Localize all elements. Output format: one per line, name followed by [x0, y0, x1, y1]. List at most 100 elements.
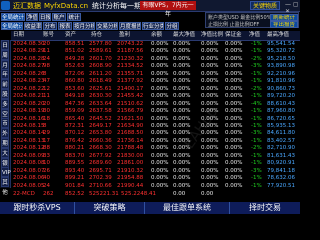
sidebar-item[interactable]: 股	[1, 89, 9, 99]
table-row[interactable]: 2024.08.15 8 872.31 2649.17 21634.90 0.00% 0.0…	[11, 123, 300, 130]
sidebar-item[interactable]: 前	[1, 79, 9, 90]
toolbar-btn-account[interactable]: 账户	[52, 13, 66, 21]
tab-monthly[interactable]: 按月分析	[73, 22, 95, 30]
table-cell: 0.00%	[225, 160, 243, 167]
table-row[interactable]: 2024.08.23 47 860.80 2618.49 21377.92 0.00% 0.…	[11, 78, 300, 85]
tab-group[interactable]: 分组	[165, 22, 179, 30]
toolbar-btn-all[interactable]: 全局统计	[1, 13, 25, 21]
col-position[interactable]: 持仓	[91, 31, 102, 40]
col-margin[interactable]: 保证金	[225, 31, 242, 40]
site-name[interactable]: MyfxData.cn	[44, 1, 88, 11]
table-cell: 2024.08.06	[13, 175, 45, 182]
col-date[interactable]: 日期	[13, 31, 24, 40]
table-cell: -1%	[251, 48, 262, 55]
table-cell: 0.00%	[151, 152, 169, 159]
tab-sector[interactable]: 行业分类	[142, 22, 164, 30]
table-cell: 89,720.20	[267, 93, 295, 100]
table-cell: 852.63	[65, 63, 85, 70]
sidebar-item[interactable]: 外	[1, 128, 9, 139]
col-balance[interactable]: 余额	[151, 31, 162, 40]
col-equity-ratio[interactable]: 净值比例	[201, 31, 223, 40]
col-asset[interactable]: 资产	[65, 31, 76, 40]
table-row[interactable]: 2024.08.19 30 859.09 2637.58 21566.79 0.00% 0.…	[11, 108, 300, 115]
table-cell: 21355.71	[117, 70, 144, 77]
table-cell: 893.40	[65, 167, 85, 174]
table-cell: 0.00%	[173, 48, 191, 55]
table-cell: 2645.52	[89, 115, 112, 122]
table-row[interactable]: 2024.08.08 10 889.55 2689.60 21861.00 0.00% 0.…	[11, 160, 300, 167]
sidebar-item[interactable]: 大宗	[1, 147, 9, 167]
bottom-tab-breakout[interactable]: 突破策略	[75, 202, 145, 214]
table-cell: 847.36	[65, 100, 85, 107]
export-button[interactable]: 导出报告	[270, 21, 298, 28]
table-cell: 2024.08.22	[13, 85, 45, 92]
col-profit[interactable]: 盈利	[119, 31, 130, 40]
table-cell: 0.00%	[151, 160, 169, 167]
table-cell: 899.21	[65, 175, 85, 182]
tab-all-stats[interactable]: 全局统计	[1, 22, 23, 30]
table-cell: 0.00%	[151, 108, 169, 115]
table-cell: -1%	[251, 137, 262, 144]
table-row[interactable]: 2024.08.07 26 893.40 2695.71 21910.32 0.00% 0.…	[11, 168, 300, 175]
table-row[interactable]: 2024.08.12 88 880.21 2668.30 21788.48 0.00% 0.…	[11, 145, 300, 152]
toolbar-btn-equity[interactable]: 净值	[26, 13, 38, 21]
bottom-tab-copy-trade[interactable]: 最佳跟单系统	[145, 202, 230, 214]
table-row[interactable]: 2024.08.06 40 899.21 2702.39 21954.88 0.00% 0.…	[11, 175, 300, 182]
table-row[interactable]: 2024.08.28 24 849.28 2601.70 21230.32 0.00% 0.…	[11, 56, 300, 63]
toolbar-btn-daily[interactable]: 日报	[39, 13, 51, 21]
col-equity[interactable]: 净值	[249, 31, 260, 40]
table-row[interactable]: 2024.08.13 17 876.42 2660.36 21736.14 0.00% 0.…	[11, 138, 300, 145]
vps-banner[interactable]: 有眼VPS，7内元一年	[140, 1, 196, 18]
table-row[interactable]: 2024.08.21 11 849.18 2630.30 21455.42 0.00% 0.…	[11, 93, 300, 100]
table-row[interactable]: 2024.08.20 20 847.36 2633.64 21510.62 0.00% 0.…	[11, 101, 300, 108]
sidebar-item[interactable]: 年	[1, 69, 9, 80]
table-row[interactable]: 2024.08.29 11 851.02 2589.61 21187.56 0.00% 0.…	[11, 48, 300, 55]
table-cell: 0.00%	[151, 85, 169, 92]
sidebar-item[interactable]: 币	[1, 118, 9, 129]
table-cell: 0.00%	[151, 137, 169, 144]
table-row[interactable]: 2024.08.09 33 883.70 2677.92 21830.00 0.00% 0.…	[11, 153, 300, 160]
sidebar-item[interactable]: 月	[1, 59, 9, 70]
table-row[interactable]: 2024.08.05 24 901.84 2710.66 21990.44 0.00% 0.…	[11, 183, 300, 190]
table-cell: 0.00%	[151, 93, 169, 100]
sidebar-item[interactable]: VIP	[1, 167, 11, 178]
table-cell: 0.00%	[225, 122, 243, 129]
refresh-button[interactable]: 刷新统计	[270, 14, 298, 21]
toolbar-btn-stats[interactable]: 统计	[67, 13, 81, 21]
table-row[interactable]: 2024.08.26 8 872.06 2611.20 21355.71 0.00% 0.0…	[11, 71, 300, 78]
table-cell: -1%	[251, 93, 262, 100]
table-row[interactable]: 2024.08.16 18 865.40 2645.52 21621.50 0.00% 0.…	[11, 116, 300, 123]
col-max-value[interactable]: 最高净值	[267, 31, 289, 40]
sidebar-item[interactable]: 日	[1, 40, 9, 50]
sidebar-item[interactable]: 银	[1, 157, 9, 168]
sidebar-item[interactable]: 周	[1, 49, 9, 60]
table-cell: -1%	[251, 160, 262, 167]
tab-trade-analysis[interactable]: 交易分析	[96, 22, 118, 30]
table-cell: 21187.56	[117, 48, 144, 55]
table-row[interactable]: 2024.08.14 29 870.12 2653.80 21688.50 0.00% 0.…	[11, 130, 300, 137]
tab-month-report[interactable]: 月度报告	[119, 22, 141, 30]
table-cell: 889.55	[65, 160, 85, 167]
table-row[interactable]: 2024.08.27 98 852.63 2608.90 21334.52 0.00% 0.…	[11, 63, 300, 70]
sidebar-item[interactable]: 期	[1, 138, 9, 148]
table-cell: -1%	[251, 175, 262, 182]
bottom-tab-timing[interactable]: 择时交易	[230, 202, 300, 214]
table-cell: 2702.39	[89, 175, 112, 182]
tab-return[interactable]: 收益率	[24, 22, 42, 30]
col-max-equity[interactable]: 最大净值	[173, 31, 195, 40]
table-row[interactable]: 2024.08.30 20 858.51 2577.80 20743.22 0.00% 0.…	[11, 41, 300, 48]
tab-report[interactable]: 报表	[58, 22, 72, 30]
bottom-tab-vps[interactable]: 跟时秒杀VPS	[0, 202, 75, 214]
status-c1: 262	[43, 191, 54, 197]
table-cell: 860.80	[65, 78, 85, 85]
sidebar-item[interactable]: 多	[1, 98, 9, 109]
col-account[interactable]: 账号	[43, 31, 54, 40]
subscribe-button[interactable]: 关键物质	[250, 1, 280, 10]
table-cell: 0.00%	[225, 93, 243, 100]
sidebar-item[interactable]: 空	[1, 108, 9, 119]
table-row[interactable]: 2024.08.22 12 853.60 2625.61 21400.17 0.00% 0.…	[11, 86, 300, 93]
sidebar-item[interactable]: 其他	[1, 177, 9, 196]
table-cell: 2608.90	[89, 63, 112, 70]
table-cell: 2024.08.23	[13, 78, 45, 85]
tab-distribution[interactable]: 分布	[43, 22, 57, 30]
